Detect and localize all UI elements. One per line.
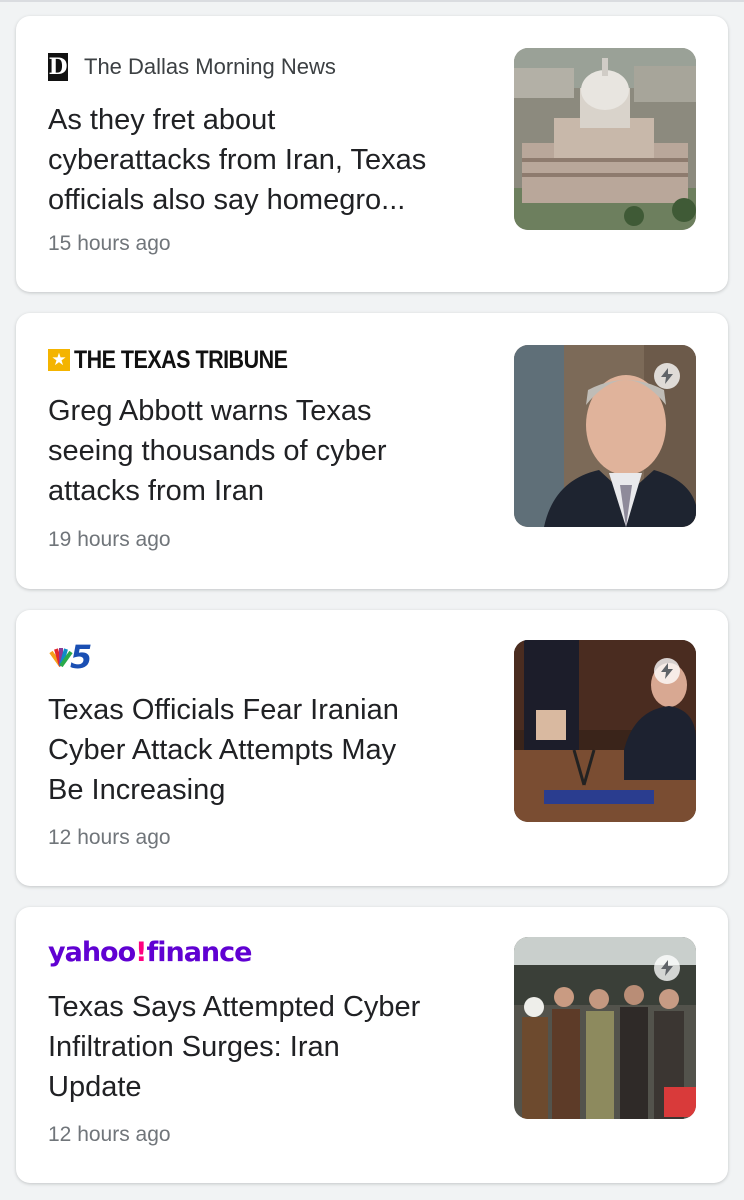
headline-line: As they fret about [48,104,276,136]
news-card-4[interactable]: yahoo!finance Texas Says Attempted Cyber… [16,907,728,1183]
thumbnail-capitol-image[interactable] [514,48,696,230]
top-divider [0,0,744,2]
source-name: The Dallas Morning News [84,54,336,79]
headline-line: Be Increasing [48,774,226,806]
headline-line: Infiltration Surges: Iran [48,1031,340,1063]
news-source: 5 [48,638,93,676]
source-name-part: ! [135,936,147,968]
headline-line: seeing thousands of cyber [48,435,387,467]
amp-lightning-icon [654,658,680,684]
news-headline[interactable]: As they fret about cyberattacks from Ira… [48,100,488,220]
headline-line: cyberattacks from Iran, Texas [48,144,427,176]
thumbnail-crowd-image[interactable] [514,937,696,1119]
thumbnail-press-conference-image[interactable] [514,640,696,822]
timestamp: 12 hours ago [48,1123,171,1146]
timestamp: 12 hours ago [48,826,171,849]
headline-line: Cyber Attack Attempts May [48,734,397,766]
news-source: ★ THE TEXAS TRIBUNE [48,343,322,377]
headline-line: Texas Officials Fear Iranian [48,694,399,726]
source-name: 5 [70,638,93,676]
source-name-part: yahoo [48,936,136,968]
source-name-part: finance [146,936,252,968]
news-card-1[interactable]: D The Dallas Morning News As they fret a… [16,16,728,292]
headline-line: officials also say homegro... [48,184,406,216]
news-headline[interactable]: Greg Abbott warns Texas seeing thousands… [48,391,488,511]
headline-line: Texas Says Attempted Cyber [48,991,421,1023]
texas-tribune-star-icon: ★ [48,349,70,371]
headline-line: Greg Abbott warns Texas [48,395,372,427]
news-card-2[interactable]: ★ THE TEXAS TRIBUNE Greg Abbott warns Te… [16,313,728,589]
amp-lightning-icon [654,363,680,389]
news-card-3[interactable]: 5 Texas Officials Fear Iranian Cyber Att… [16,610,728,886]
timestamp: 15 hours ago [48,232,171,255]
source-name: THE TEXAS TRIBUNE [74,345,288,374]
amp-lightning-icon [654,955,680,981]
headline-line: attacks from Iran [48,475,264,507]
news-source: D The Dallas Morning News [48,50,336,84]
news-headline[interactable]: Texas Says Attempted Cyber Infiltration … [48,987,488,1107]
thumbnail-portrait-image[interactable] [514,345,696,527]
headline-line: Update [48,1071,142,1103]
timestamp: 19 hours ago [48,528,171,551]
dallas-morning-news-logo-icon: D [48,53,68,81]
yahoo-finance-logo-icon: yahoo!finance [48,936,252,968]
news-source: yahoo!finance [48,935,252,969]
news-headline[interactable]: Texas Officials Fear Iranian Cyber Attac… [48,690,488,810]
